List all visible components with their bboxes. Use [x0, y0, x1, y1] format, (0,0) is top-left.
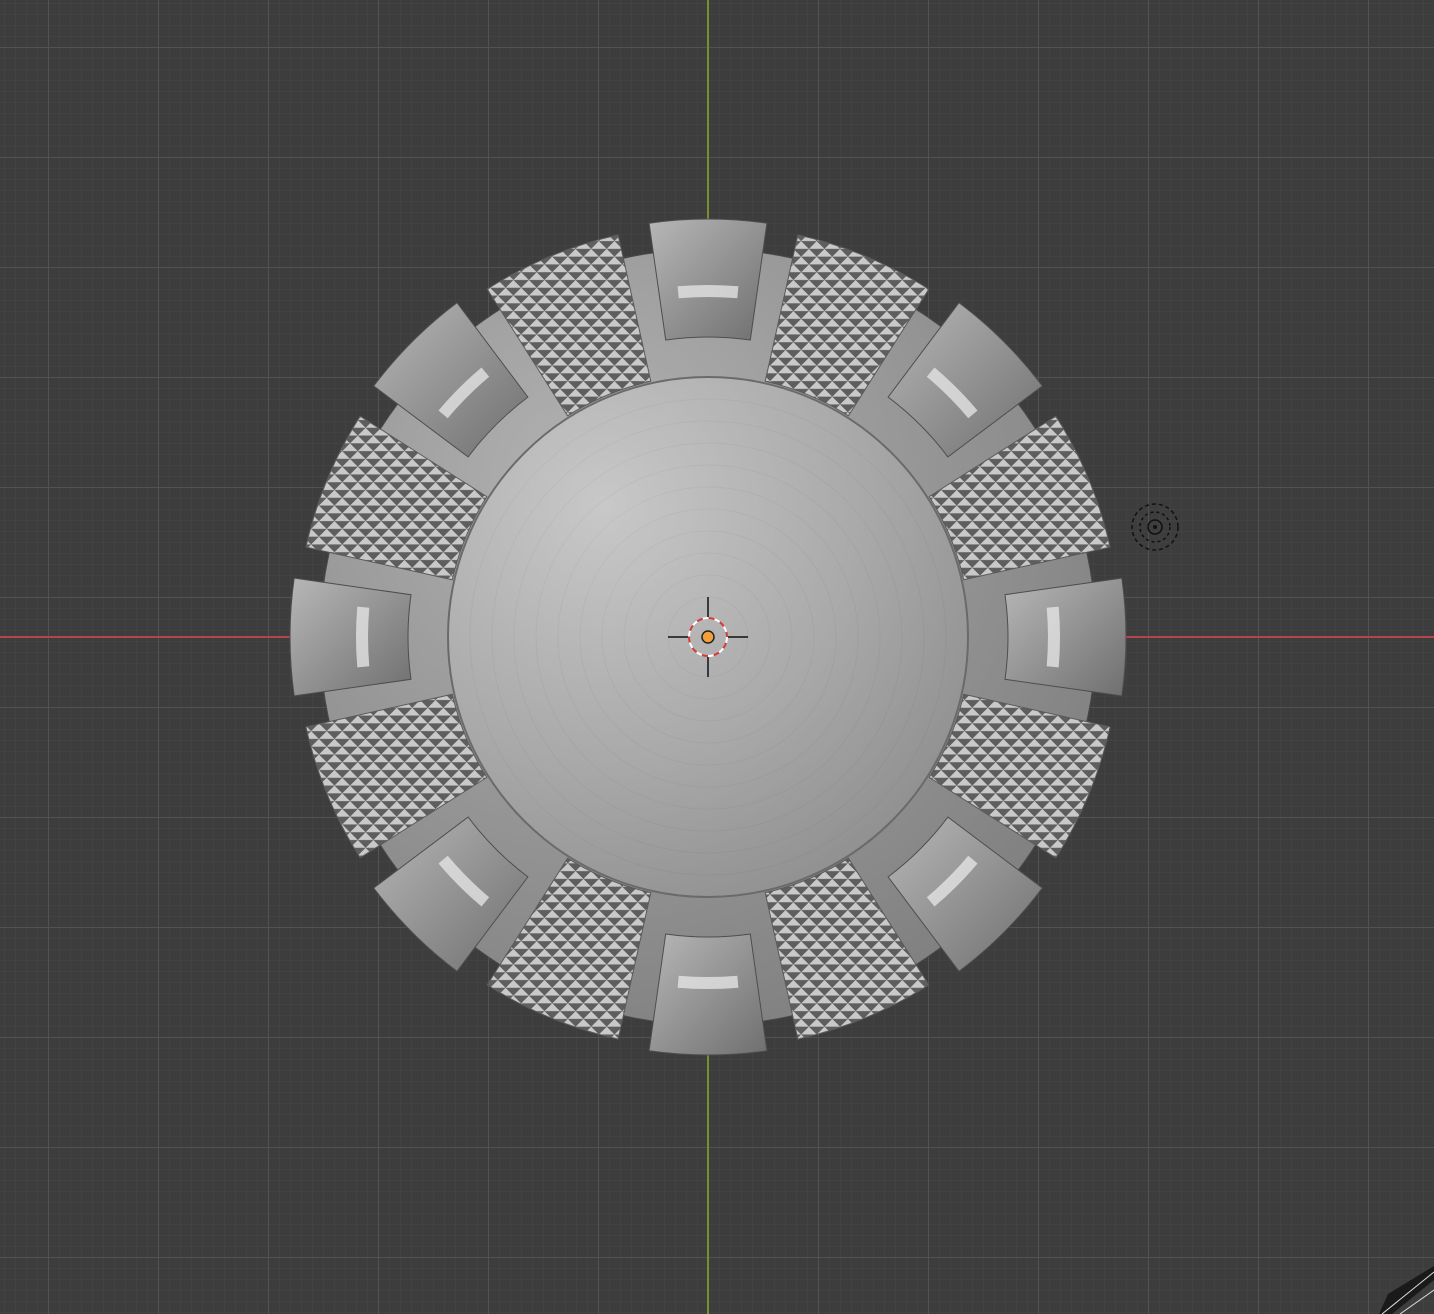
blade-slot: [677, 284, 739, 299]
blade-slot: [1046, 606, 1061, 668]
light-object-icon[interactable]: [1131, 503, 1179, 551]
blade-slot: [677, 975, 739, 990]
blade-segment: [1004, 577, 1127, 697]
blade-segment: [648, 933, 768, 1056]
blade-slot: [355, 606, 370, 668]
blade-segment: [289, 577, 412, 697]
scene-canvas[interactable]: [0, 0, 1434, 1314]
blade-segment: [648, 218, 768, 341]
camera-object-icon[interactable]: [1379, 1266, 1434, 1314]
3d-viewport[interactable]: [0, 0, 1434, 1314]
object-origin-icon[interactable]: [701, 630, 715, 644]
